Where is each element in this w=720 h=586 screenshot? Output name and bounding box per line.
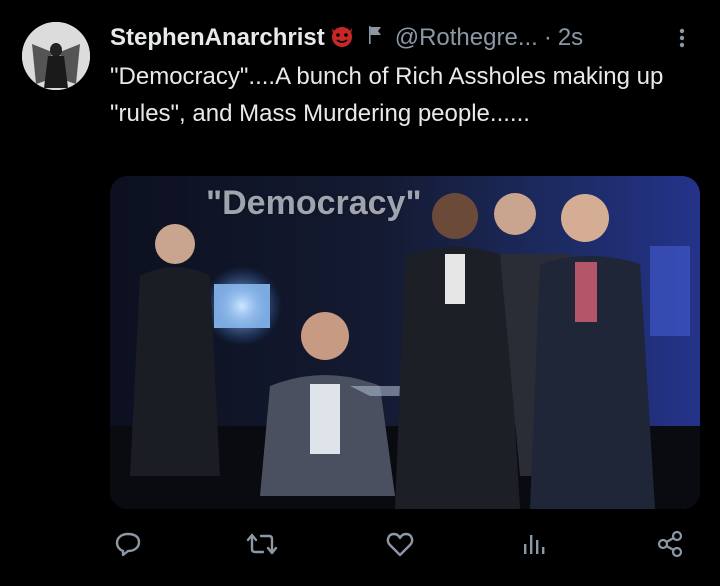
tweet-text: "Democracy"....A bunch of Rich Assholes …: [110, 63, 670, 127]
user-handle[interactable]: @Rothegre...: [395, 24, 538, 52]
more-vertical-icon[interactable]: [670, 22, 694, 54]
reply-icon[interactable]: [110, 526, 146, 562]
flag-icon: [367, 24, 383, 53]
devil-emoji-icon: [327, 22, 357, 55]
tweet-header: StephenAnarchrist @Rothegre... · 2s: [110, 22, 700, 54]
image-caption: "Democracy": [206, 184, 422, 222]
display-name[interactable]: StephenAnarchrist: [110, 24, 325, 52]
share-icon[interactable]: [652, 526, 688, 562]
timestamp[interactable]: 2s: [558, 24, 583, 52]
tweet-image[interactable]: "Democracy": [110, 176, 700, 509]
views-icon[interactable]: [514, 526, 550, 562]
separator-dot: ·: [543, 24, 552, 51]
tweet: StephenAnarchrist @Rothegre... · 2s "Dem…: [0, 0, 720, 586]
avatar[interactable]: [22, 22, 90, 90]
action-bar: [110, 512, 700, 576]
retweet-icon[interactable]: [244, 526, 280, 562]
photo-illustration: [110, 176, 700, 509]
like-icon[interactable]: [382, 526, 418, 562]
